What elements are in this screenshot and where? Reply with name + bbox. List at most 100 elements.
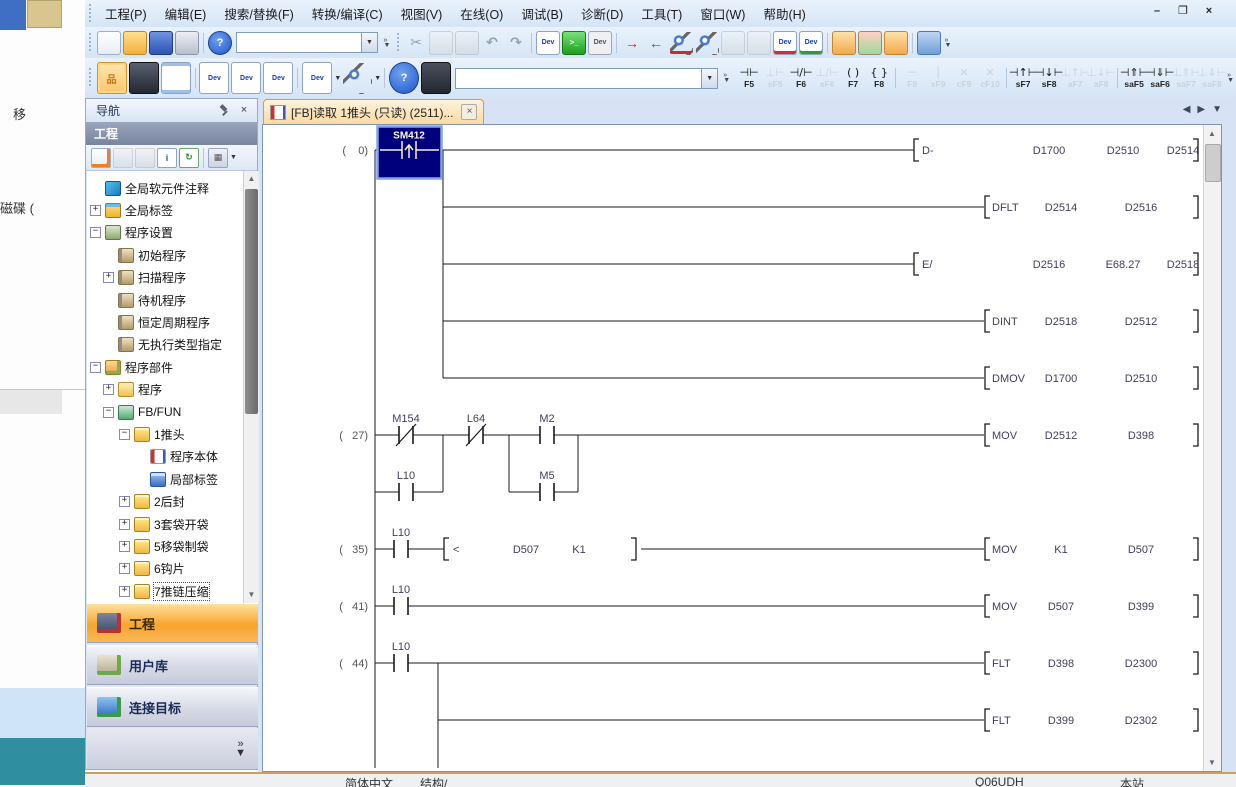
expand-icon[interactable]: + xyxy=(119,496,130,507)
toolbar-overflow-button[interactable]: »▼ xyxy=(942,30,954,56)
scroll-down-button[interactable]: ▼ xyxy=(244,587,259,603)
tab-list-button[interactable]: ▼ xyxy=(1212,104,1222,115)
toolbar-gripper[interactable] xyxy=(88,33,93,53)
navigation-window-toggle-button[interactable]: 品 xyxy=(97,62,127,94)
navigator-button-connection[interactable]: 连接目标 xyxy=(87,687,258,727)
monitor-mode-button[interactable]: >_ xyxy=(562,31,586,55)
paste-button[interactable] xyxy=(455,31,479,55)
property-button[interactable]: i xyxy=(157,148,177,168)
menu-item-9[interactable]: 窗口(W) xyxy=(691,0,754,27)
device-comment-button[interactable]: Dev xyxy=(536,31,560,55)
device-find-result-button[interactable] xyxy=(695,31,719,55)
tree-item-8[interactable]: −程序部件 xyxy=(87,356,243,378)
navigation-close-button[interactable]: × xyxy=(237,103,251,117)
tab-scroll-left-button[interactable]: ◀ xyxy=(1183,104,1191,115)
tree-item-3[interactable]: 初始程序 xyxy=(87,244,243,266)
tree-item-4[interactable]: +扫描程序 xyxy=(87,267,243,289)
open-watch-window-button[interactable] xyxy=(884,31,908,55)
ladder-symbol-sf5-button[interactable]: ⊥⊢sF5 xyxy=(762,62,788,94)
device-display-on-button[interactable]: Dev xyxy=(773,31,797,55)
copy-data-button[interactable] xyxy=(113,148,133,168)
ladder-symbol-f6-button[interactable]: ⊣/⊢F6 xyxy=(788,62,814,94)
menu-item-1[interactable]: 编辑(E) xyxy=(156,0,216,27)
chevron-down-icon[interactable]: ▼ xyxy=(361,33,377,52)
scroll-down-button[interactable]: ▼ xyxy=(1204,754,1220,771)
close-button[interactable]: × xyxy=(1200,3,1218,19)
tree-vertical-scrollbar[interactable]: ▲ ▼ xyxy=(243,171,259,603)
menu-item-5[interactable]: 在线(O) xyxy=(451,0,512,27)
paste-data-button[interactable] xyxy=(135,148,155,168)
tree-item-11[interactable]: −1推头 xyxy=(87,423,243,445)
find-replace-button[interactable] xyxy=(342,62,372,94)
expand-icon[interactable]: + xyxy=(90,205,101,216)
expand-icon[interactable]: + xyxy=(119,519,130,530)
tree-item-7[interactable]: 无执行类型指定 xyxy=(87,334,243,356)
restore-button[interactable]: ❐ xyxy=(1174,3,1192,19)
ladder-symbol-cf9-button[interactable]: ✕cF9 xyxy=(951,62,977,94)
device-display-format-button[interactable]: Dev xyxy=(302,62,332,94)
toolbar-overflow-button[interactable]: »▼ xyxy=(381,30,393,56)
tab-fb-ladder[interactable]: [FB]读取 1推头 (只读) (2511)... × xyxy=(263,99,484,124)
tab-scroll-right-button[interactable]: ▶ xyxy=(1197,104,1205,115)
tree-item-14[interactable]: +2后封 xyxy=(87,490,243,512)
expand-icon[interactable]: + xyxy=(103,384,114,395)
tree-item-5[interactable]: 待机程序 xyxy=(87,289,243,311)
cross-reference-button[interactable] xyxy=(421,62,451,94)
menu-item-10[interactable]: 帮助(H) xyxy=(754,0,814,27)
scroll-up-button[interactable]: ▲ xyxy=(1204,125,1220,142)
scrollbar-thumb[interactable] xyxy=(245,189,258,414)
copy-button[interactable] xyxy=(429,31,453,55)
toolbar-gripper[interactable] xyxy=(396,33,401,53)
tree-item-16[interactable]: +5移袋制袋 xyxy=(87,535,243,557)
toolbar-overflow-button[interactable]: »▼ xyxy=(1225,65,1236,91)
monitor-write-mode-button[interactable]: Dev xyxy=(588,31,612,55)
ladder-symbol-sf8-button[interactable]: ⊣↓⊢sF8 xyxy=(1036,62,1062,94)
program-list-button[interactable] xyxy=(161,62,191,94)
collapse-icon[interactable]: − xyxy=(103,407,114,418)
tab-close-button[interactable]: × xyxy=(461,104,477,120)
device-display-off-button[interactable]: Dev xyxy=(799,31,823,55)
ladder-symbol-saf7-button[interactable]: ⊥⇑⊢saF7 xyxy=(1173,62,1199,94)
menu-item-6[interactable]: 调试(B) xyxy=(512,0,572,27)
open-instruction-help-button[interactable] xyxy=(832,31,856,55)
ladder-symbol-af7-button[interactable]: ⊥↑⊢aF7 xyxy=(1062,62,1088,94)
refresh-button[interactable]: ↻ xyxy=(179,148,199,168)
menu-item-3[interactable]: 转换/编译(C) xyxy=(303,0,392,27)
read-from-plc-button[interactable]: ← xyxy=(645,32,667,54)
ladder-symbol-f7-button[interactable]: ( )F7 xyxy=(840,62,866,94)
scroll-up-button[interactable]: ▲ xyxy=(244,171,259,187)
tree-item-2[interactable]: −程序设置 xyxy=(87,222,243,244)
ladder-symbol-saf8-button[interactable]: ⊥⇓⊢saF8 xyxy=(1199,62,1225,94)
write-to-plc-button[interactable]: → xyxy=(621,32,643,54)
ladder-symbol-sf7-button[interactable]: ⊣↑⊢sF7 xyxy=(1010,62,1036,94)
open-project-button[interactable] xyxy=(123,31,147,55)
sort-filter-button[interactable]: ▦ xyxy=(208,148,228,168)
chevron-down-icon[interactable]: ▼ xyxy=(374,75,381,82)
ladder-editor[interactable]: SM412 ( 0) ( 27) ( 35) ( 41) ( 44) M154 … xyxy=(262,124,1222,772)
help2-button[interactable]: ? xyxy=(389,62,419,94)
tree-item-13[interactable]: 局部标签 xyxy=(87,468,243,490)
collapse-icon[interactable]: − xyxy=(90,227,101,238)
ladder-symbol-saf5-button[interactable]: ⊣⇑⊢saF5 xyxy=(1121,62,1147,94)
navigator-more-button[interactable]: »▼ xyxy=(87,728,258,769)
editor-vertical-scrollbar[interactable]: ▲ ▼ xyxy=(1203,125,1221,771)
menu-item-2[interactable]: 搜索/替换(F) xyxy=(215,0,302,27)
toolbar-overflow-button[interactable]: »▼ xyxy=(721,65,732,91)
collapse-icon[interactable]: − xyxy=(90,362,101,373)
new-project-button[interactable] xyxy=(97,31,121,55)
ladder-symbol-sf6-button[interactable]: ⊥/⊢sF6 xyxy=(814,62,840,94)
open-sampling-trace-button[interactable] xyxy=(858,31,882,55)
expand-icon[interactable]: + xyxy=(119,541,130,552)
scrollbar-thumb[interactable] xyxy=(1205,144,1221,182)
cut-button[interactable]: ✂ xyxy=(405,32,427,54)
toolbar-gripper[interactable] xyxy=(88,4,93,24)
menu-item-0[interactable]: 工程(P) xyxy=(96,0,156,27)
tree-item-12[interactable]: 程序本体 xyxy=(87,446,243,468)
print-button[interactable] xyxy=(175,31,199,55)
device-batch-edit-button[interactable]: Dev xyxy=(263,62,293,94)
verify-result-button[interactable] xyxy=(747,31,771,55)
chevron-down-icon[interactable]: ▼ xyxy=(701,69,717,88)
redo-button[interactable]: ↷ xyxy=(505,32,527,54)
tree-item-18[interactable]: +7推链压缩 xyxy=(87,580,243,602)
navigator-button-user-library[interactable]: 用户库 xyxy=(87,645,258,685)
